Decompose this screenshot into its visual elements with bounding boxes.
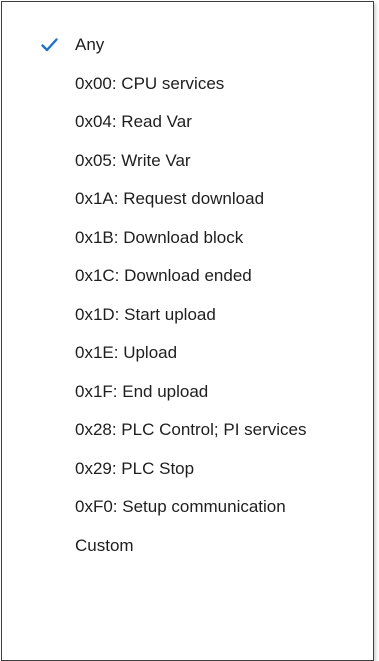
menu-item-label: 0x1C: Download ended: [75, 266, 252, 285]
menu-item-0xf0-setup-communication[interactable]: 0xF0: Setup communication: [2, 488, 373, 527]
menu-item-any[interactable]: Any: [2, 26, 373, 65]
menu-item-label: 0xF0: Setup communication: [75, 497, 286, 516]
menu-item-0x1a-request-download[interactable]: 0x1A: Request download: [2, 180, 373, 219]
menu-item-0x29-plc-stop[interactable]: 0x29: PLC Stop: [2, 450, 373, 489]
menu-item-0x1b-download-block[interactable]: 0x1B: Download block: [2, 219, 373, 258]
menu-item-label: 0x05: Write Var: [75, 150, 191, 170]
menu-item-list: Any 0x00: CPU services 0x04: Read Var 0x…: [2, 26, 373, 565]
menu-item-label: 0x1F: End upload: [75, 381, 209, 401]
menu-item-0x1e-upload[interactable]: 0x1E: Upload: [2, 334, 373, 373]
checkmark-icon: [40, 26, 58, 65]
menu-item-label: Any: [75, 35, 105, 54]
menu-item-0x1c-download-ended[interactable]: 0x1C: Download ended: [2, 257, 373, 296]
menu-item-0x00-cpu-services[interactable]: 0x00: CPU services: [2, 65, 373, 104]
function-filter-menu: Any 0x00: CPU services 0x04: Read Var 0x…: [1, 1, 374, 661]
menu-item-0x04-read-var[interactable]: 0x04: Read Var: [2, 103, 373, 142]
menu-item-label: 0x00: CPU services: [75, 73, 225, 93]
menu-item-label: Custom: [75, 535, 134, 555]
menu-item-label: 0x1E: Upload: [75, 343, 178, 362]
menu-item-label: 0x1D: Start upload: [75, 304, 216, 324]
menu-item-label: 0x04: Read Var: [75, 112, 192, 131]
menu-item-custom[interactable]: Custom: [2, 527, 373, 566]
menu-item-label: 0x1A: Request download: [75, 189, 265, 208]
menu-item-label: 0x29: PLC Stop: [75, 458, 195, 478]
menu-item-label: 0x1B: Download block: [75, 227, 244, 247]
menu-item-0x28-plc-control[interactable]: 0x28: PLC Control; PI services: [2, 411, 373, 450]
menu-item-0x1f-end-upload[interactable]: 0x1F: End upload: [2, 373, 373, 412]
menu-item-label: 0x28: PLC Control; PI services: [75, 420, 307, 439]
menu-item-0x1d-start-upload[interactable]: 0x1D: Start upload: [2, 296, 373, 335]
menu-item-0x05-write-var[interactable]: 0x05: Write Var: [2, 142, 373, 181]
